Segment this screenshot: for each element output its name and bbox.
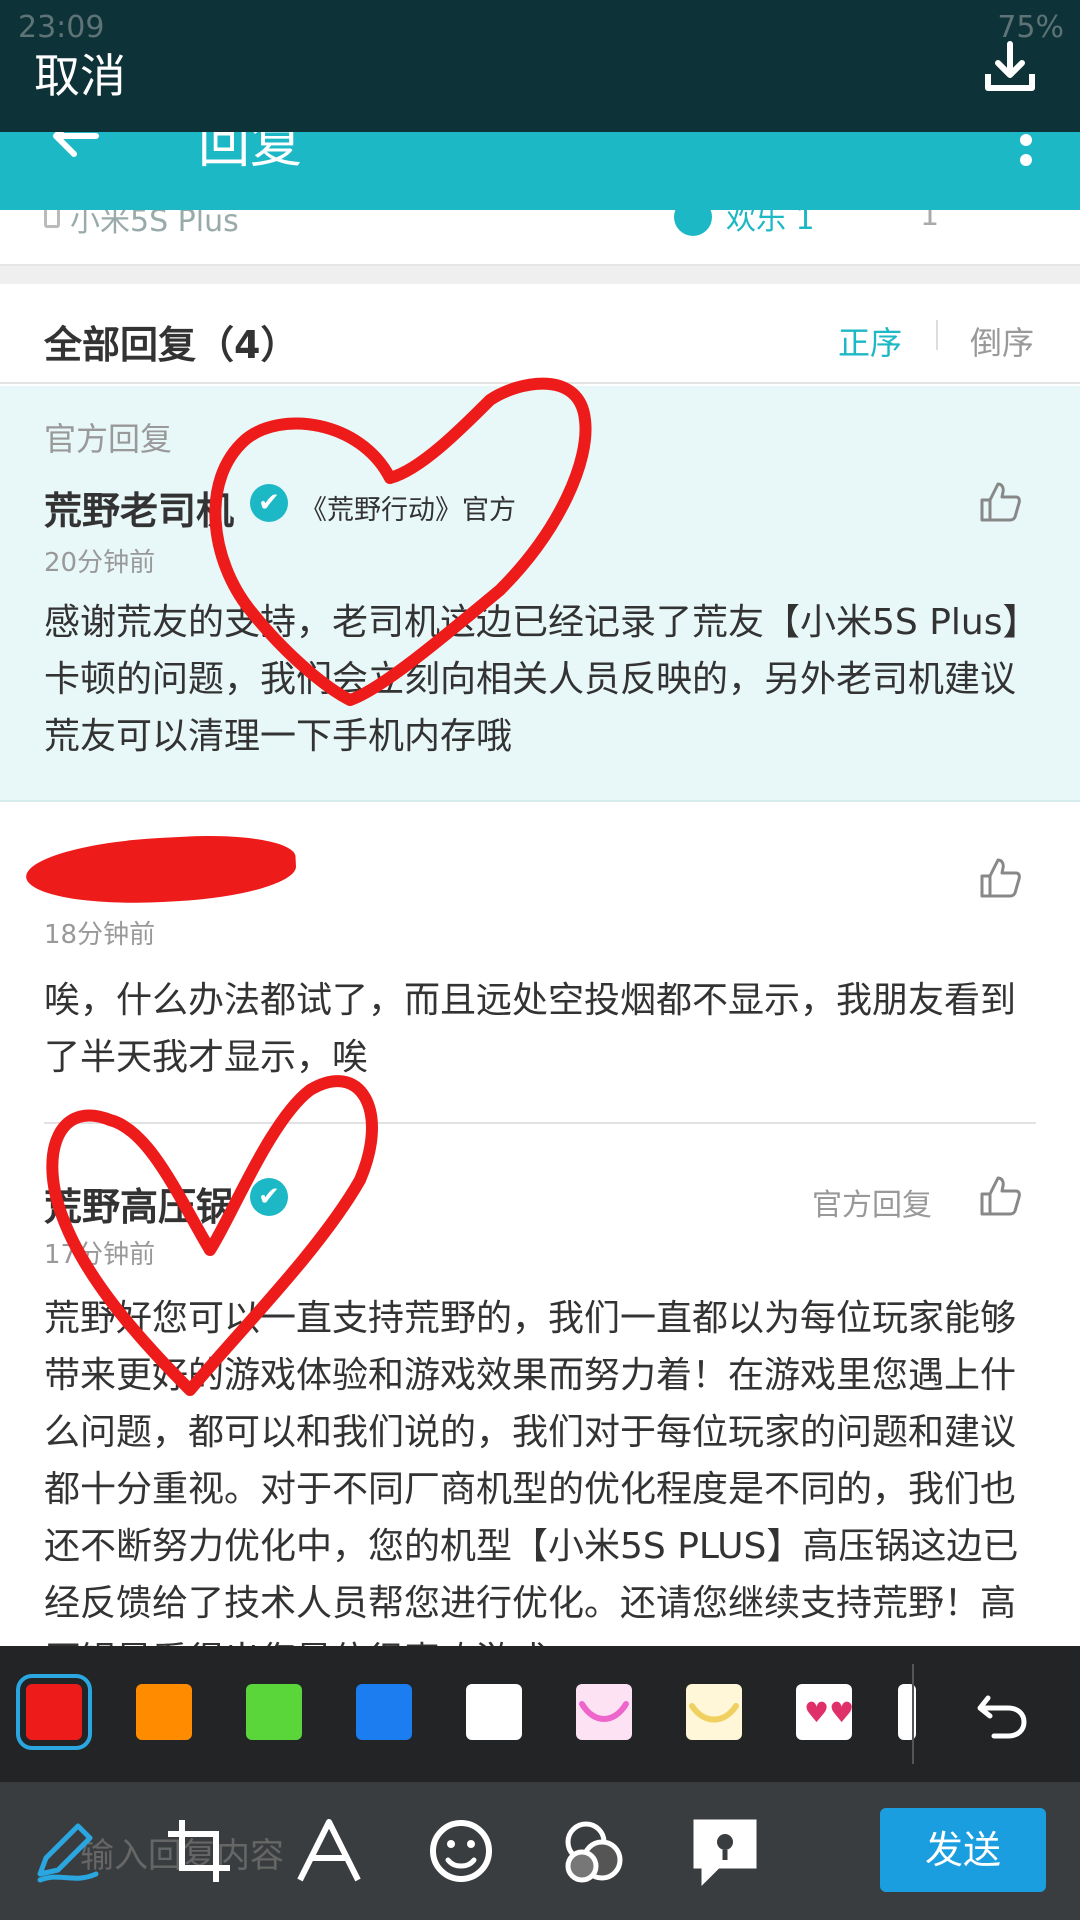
verified-icon: ✔ [250, 1178, 288, 1216]
reply-divider [44, 1122, 1036, 1124]
reply-time: 17分钟前 [44, 1240, 156, 1270]
thumbs-up-icon[interactable] [978, 856, 1022, 900]
author-title: 《荒野行动》官方 [300, 495, 516, 526]
undo-icon[interactable] [972, 1684, 1032, 1744]
text-icon[interactable] [292, 1814, 366, 1888]
reply-text: 感谢荒友的支持，老司机这边已经记录了荒友【小米5S Plus】卡顿的问题，我们会… [44, 602, 1021, 757]
sticker-icon[interactable] [424, 1814, 498, 1888]
redaction-scribble [24, 830, 298, 910]
brush-hearts[interactable]: ♥♥ [796, 1684, 854, 1740]
official-reply-mark: 官方回复 [812, 1188, 932, 1223]
color-picker-bar: ♥♥ [0, 1646, 1080, 1782]
color-swatch-blue[interactable] [356, 1684, 412, 1740]
reply-text: 荒野好您可以一直支持荒野的，我们一直都以为每位玩家能够带来更好的游戏体验和游戏效… [44, 1298, 1019, 1681]
cancel-button[interactable]: 取消 [34, 40, 126, 106]
brush-yellow-wave[interactable] [686, 1684, 742, 1740]
replies-title: 全部回复（4） [44, 323, 299, 367]
bottom-toolbar: 输入回复内容 发送 [0, 1782, 1080, 1920]
sort-descending-button[interactable]: 倒序 [970, 318, 1034, 364]
reply-text: 唉，什么办法都试了，而且远处空投烟都不显示，我朋友看到了半天我才显示，唉 [44, 980, 1017, 1078]
download-icon[interactable] [980, 38, 1040, 98]
svg-text:♥♥: ♥♥ [804, 1696, 852, 1729]
author-name[interactable]: 荒野老司机 [44, 480, 234, 535]
section-gap [0, 266, 1080, 284]
post-meta-row: 小米5S Plus 欢乐 1 1 [0, 198, 1080, 266]
verified-icon: ✔ [250, 484, 288, 522]
color-swatch-orange[interactable] [136, 1684, 192, 1740]
edit-toolbar: 23:09 75% 取消 [0, 0, 1080, 132]
mosaic-icon[interactable] [556, 1814, 630, 1888]
pen-icon[interactable] [30, 1814, 104, 1888]
color-swatch-green[interactable] [246, 1684, 302, 1740]
brush-pink-wave[interactable] [576, 1684, 632, 1740]
picker-separator [912, 1664, 914, 1764]
thumbs-up-icon[interactable] [978, 480, 1022, 524]
replies-header: 全部回复（4） 正序 倒序 [0, 284, 1080, 384]
crop-icon[interactable] [162, 1814, 236, 1888]
color-swatch-white[interactable] [466, 1684, 522, 1740]
reply-time: 20分钟前 [44, 548, 156, 578]
send-button[interactable]: 发送 [880, 1808, 1046, 1892]
reply-time: 18分钟前 [44, 920, 156, 950]
thumbs-up-icon[interactable] [978, 1174, 1022, 1218]
sort-divider [936, 320, 938, 350]
sort-ascending-button[interactable]: 正序 [838, 318, 902, 364]
app-nav-bar: 回复 [0, 114, 1080, 210]
author-name[interactable]: 荒野高压锅 [44, 1176, 234, 1231]
official-reply: 官方回复 荒野老司机 ✔ 《荒野行动》官方 20分钟前 感谢荒友的支持，老司机这… [0, 386, 1080, 802]
annotate-icon[interactable] [688, 1814, 762, 1888]
color-swatch-red[interactable] [16, 1674, 92, 1750]
official-reply-tag: 官方回复 [44, 420, 173, 458]
